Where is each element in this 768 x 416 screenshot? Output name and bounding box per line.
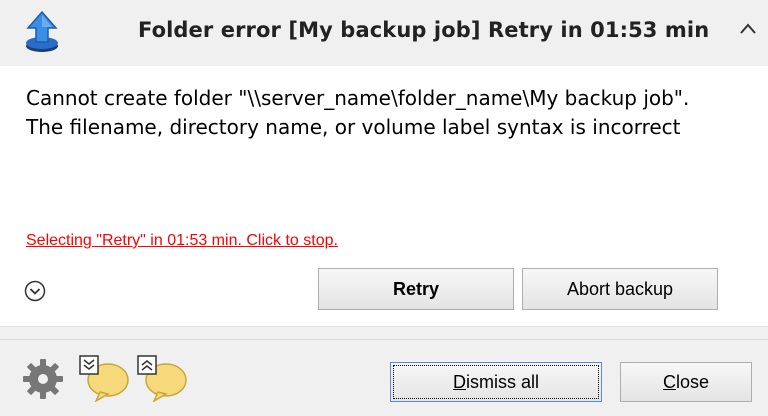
collapse-all-bubble-icon[interactable] xyxy=(78,354,130,402)
close-button[interactable]: Close xyxy=(620,362,752,402)
retry-button[interactable]: Retry xyxy=(318,268,514,310)
gear-icon[interactable] xyxy=(22,358,64,400)
close-accesskey: C xyxy=(662,372,676,392)
notification-body: Cannot create folder "\\server_name\fold… xyxy=(0,66,768,326)
chevron-up-icon[interactable] xyxy=(737,18,759,40)
retry-countdown-link[interactable]: Selecting "Retry" in 01:53 min. Click to… xyxy=(26,232,338,250)
dismiss-all-button[interactable]: Dismiss all xyxy=(390,362,602,402)
abort-backup-button[interactable]: Abort backup xyxy=(522,268,718,310)
footer-bar: Dismiss all Close xyxy=(0,339,768,416)
error-message-line1: Cannot create folder "\\server_name\fold… xyxy=(26,86,690,110)
dismiss-all-label: ismiss all xyxy=(465,372,539,392)
notification-title: Folder error [My backup job] Retry in 01… xyxy=(138,18,710,42)
divider xyxy=(0,326,768,339)
error-message-line2: The filename, directory name, or volume … xyxy=(26,115,681,139)
expand-all-bubble-icon[interactable] xyxy=(136,354,188,402)
notification-header: Folder error [My backup job] Retry in 01… xyxy=(0,0,768,66)
upload-arrow-icon xyxy=(26,10,58,52)
chevron-down-circle-icon[interactable] xyxy=(24,280,46,302)
close-label: lose xyxy=(675,372,710,392)
dismiss-all-accesskey: D xyxy=(452,372,466,392)
error-message: Cannot create folder "\\server_name\fold… xyxy=(26,84,746,142)
